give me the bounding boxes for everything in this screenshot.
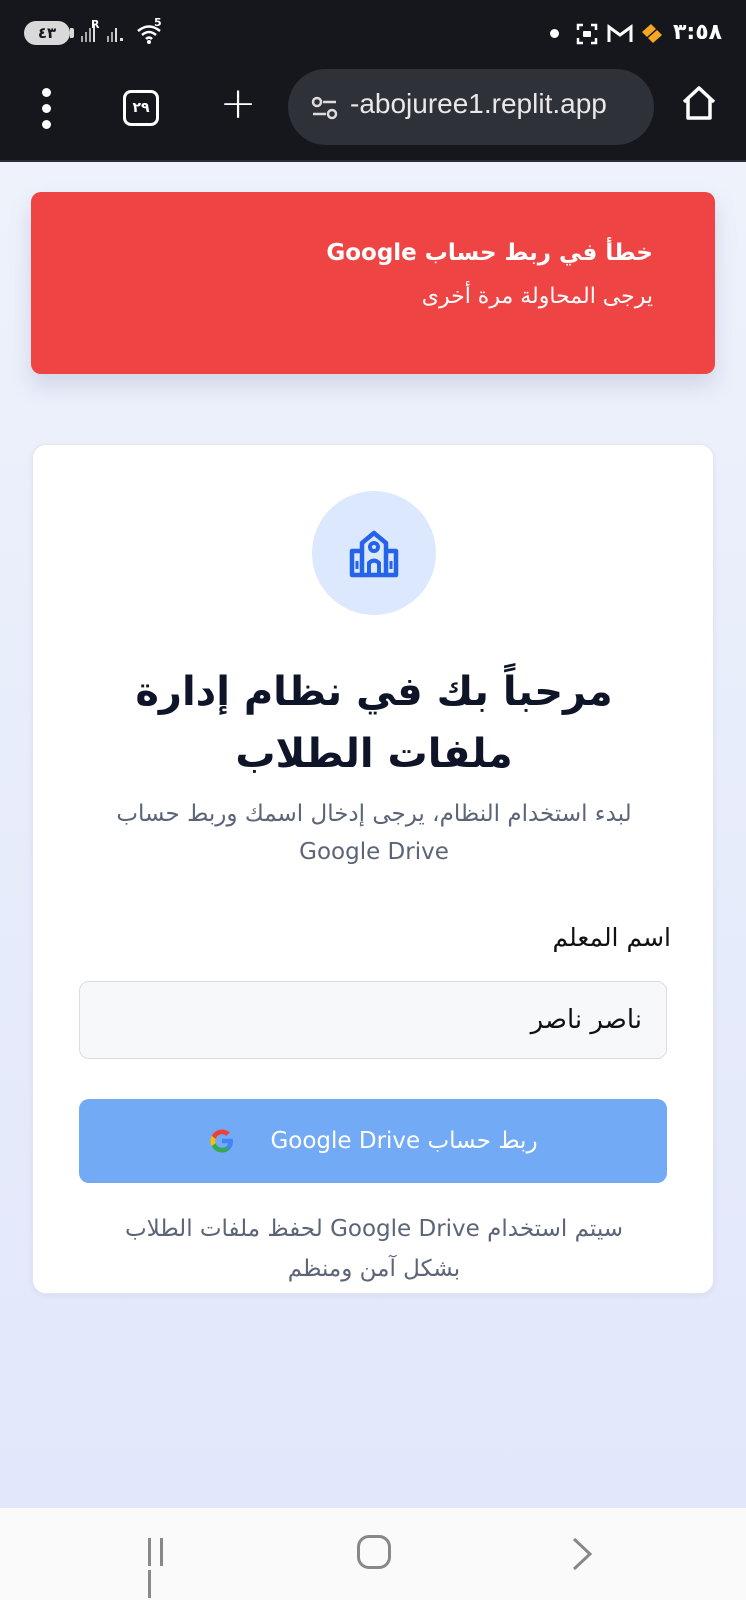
error-toast: خطأ في ربط حساب Google يرجى المحاولة مرة… [31,192,715,374]
teacher-name-input[interactable] [79,981,667,1059]
new-tab-button[interactable]: + [218,82,258,126]
footer-note: سيتم استخدام Google Drive لحفظ ملفات الط… [124,1216,624,1282]
welcome-card: مرحباً بك في نظام إدارة ملفات الطلاب لبد… [32,444,714,1294]
gmail-icon [607,24,633,42]
address-bar[interactable]: -abojuree1.replit.app [288,69,654,145]
roaming-badge: R [91,18,100,31]
school-icon [349,530,399,578]
browser-menu-button[interactable] [36,88,56,132]
google-icon [210,1129,234,1153]
site-settings-icon[interactable] [310,95,344,121]
menu-dot [41,120,51,129]
connect-button-label: ربط حساب Google Drive [270,1128,538,1154]
recents-bar [160,1538,163,1566]
home-icon[interactable] [680,84,718,122]
back-icon[interactable] [570,1536,594,1572]
screenshot-icon [576,23,598,45]
system-nav-bar [0,1508,746,1600]
recents-bar [148,1538,151,1566]
connect-google-drive-button[interactable]: ربط حساب Google Drive [79,1099,667,1183]
logo-badge [312,491,436,615]
app-icon [642,24,662,43]
battery-indicator: ٤٣ [24,21,70,45]
tabs-button[interactable]: ٢٩ [123,90,159,126]
notification-dot [550,29,559,38]
error-message: يرجى المحاولة مرة أخرى [421,284,653,309]
browser-toolbar: ٢٩ + -abojuree1.replit.app [0,66,746,162]
url-text: -abojuree1.replit.app [350,88,607,119]
recents-button[interactable] [148,1538,182,1598]
status-bar: ٤٣ R 5 ٣:٥٨ [0,0,746,66]
wifi-badge: 5 [154,16,162,29]
recents-bar [148,1570,151,1598]
page-content: خطأ في ربط حساب Google يرجى المحاولة مرة… [0,162,746,1508]
menu-dot [41,104,51,113]
home-nav-button[interactable] [357,1535,391,1569]
page-subtitle: لبدء استخدام النظام، يرجى إدخال اسمك ورب… [116,801,632,865]
status-time: ٣:٥٨ [673,20,723,45]
teacher-name-label: اسم المعلم [552,923,671,952]
battery-nub [70,28,74,38]
page-title: مرحباً بك في نظام إدارة ملفات الطلاب [135,669,613,777]
signal-2-icon [107,28,123,42]
menu-dot [41,88,51,97]
error-title: خطأ في ربط حساب Google [326,240,653,266]
